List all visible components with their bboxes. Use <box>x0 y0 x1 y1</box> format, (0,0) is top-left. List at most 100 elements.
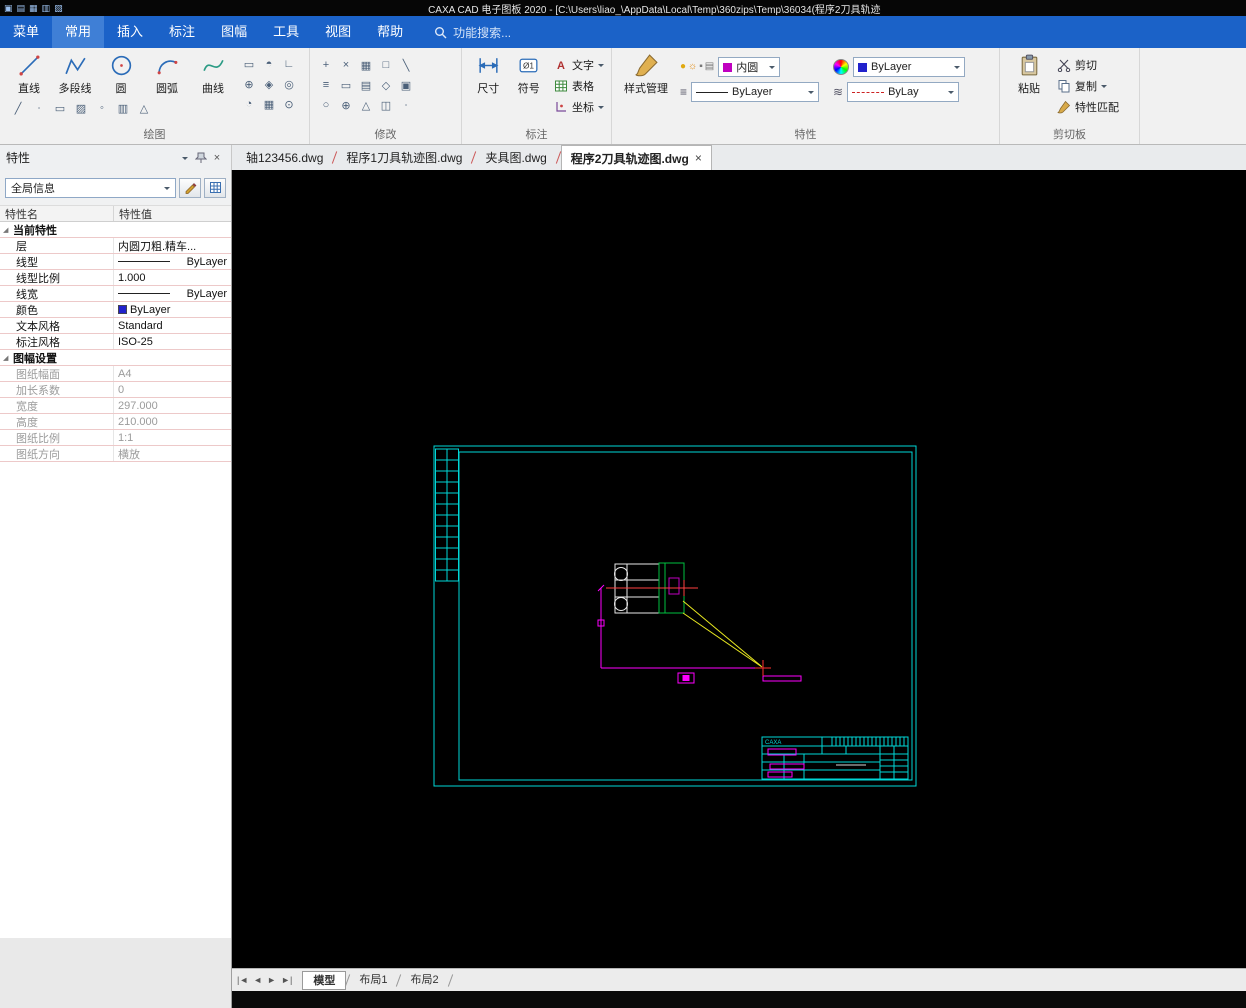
tool-icon[interactable]: ⊕ <box>239 74 259 94</box>
panel-dropdown-button[interactable] <box>177 150 193 166</box>
doc-tab[interactable]: 程序1刀具轨迹图.dwg <box>337 145 471 170</box>
property-row-extension[interactable]: 加长系数 0 <box>0 382 231 398</box>
first-sheet-icon[interactable]: |◄ <box>237 975 248 985</box>
linetype-icon[interactable]: ≡ <box>680 85 687 99</box>
prev-sheet-icon[interactable]: ◄ <box>253 975 262 985</box>
tool-icon[interactable]: ▭ <box>239 54 259 74</box>
match-properties-button[interactable]: 特性匹配 <box>1054 96 1122 117</box>
tool-icon[interactable]: ◎ <box>279 74 299 94</box>
printer-icon[interactable]: ▤ <box>705 60 714 74</box>
tool-icon[interactable]: △ <box>356 95 376 115</box>
tool-icon[interactable]: ∟ <box>279 54 299 74</box>
property-row-width[interactable]: 宽度 297.000 <box>0 398 231 414</box>
app-icon[interactable]: ▣ <box>4 0 13 16</box>
save-icon[interactable]: ▥ <box>42 0 51 16</box>
tool-icon[interactable]: ◫ <box>376 95 396 115</box>
print-icon[interactable]: ▧ <box>54 0 63 16</box>
lock-icon[interactable]: ▪ <box>699 60 703 74</box>
menu-tab-common[interactable]: 常用 <box>52 16 105 48</box>
linetype-dropdown[interactable]: ByLayer <box>691 82 820 102</box>
tool-icon[interactable]: ▭ <box>50 98 70 118</box>
panel-pin-button[interactable] <box>193 150 209 166</box>
circle-tool-button[interactable]: 圆 <box>98 51 144 96</box>
tool-icon[interactable]: ▦ <box>259 94 279 114</box>
doc-tab[interactable]: 夹具图.dwg <box>476 145 555 170</box>
tool-icon[interactable]: ○ <box>316 95 336 115</box>
property-row-scale[interactable]: 图纸比例 1:1 <box>0 430 231 446</box>
layer-dropdown[interactable]: 内圆 <box>718 57 781 77</box>
new-file-icon[interactable]: ▤ <box>17 0 26 16</box>
lineweight-dropdown[interactable]: ByLay <box>847 82 960 102</box>
tool-icon[interactable]: ╱ <box>8 98 28 118</box>
property-row-linetype-scale[interactable]: 线型比例 1.000 <box>0 270 231 286</box>
tool-icon[interactable]: ∙ <box>29 98 49 118</box>
function-search[interactable]: 功能搜索... <box>434 16 511 48</box>
tool-icon[interactable]: ◓ <box>259 54 279 74</box>
property-row-orientation[interactable]: 图纸方向 横放 <box>0 446 231 462</box>
text-tool-button[interactable]: A 文字 <box>551 54 607 75</box>
tab-layout2[interactable]: 布局2 <box>400 971 448 990</box>
tool-icon[interactable]: + <box>316 55 336 75</box>
drawing-canvas[interactable]: CAXA <box>232 170 1246 968</box>
tool-icon[interactable]: ◔ <box>239 94 259 114</box>
tab-model[interactable]: 模型 <box>302 970 347 990</box>
section-row-current[interactable]: ◢ 当前特性 <box>0 222 231 238</box>
color-wheel-icon[interactable] <box>833 59 850 75</box>
tool-icon[interactable]: ╲ <box>396 55 416 75</box>
edit-properties-button[interactable] <box>179 177 201 198</box>
section-row-sheet[interactable]: ◢ 图幅设置 <box>0 350 231 366</box>
last-sheet-icon[interactable]: ►| <box>281 975 292 985</box>
bulb-icon[interactable]: ● <box>680 60 686 74</box>
tool-icon[interactable]: □ <box>376 55 396 75</box>
close-icon[interactable]: × <box>695 151 702 165</box>
doc-tab-active[interactable]: 程序2刀具轨迹图.dwg × <box>560 145 712 170</box>
tool-icon[interactable]: ▣ <box>396 75 416 95</box>
style-manager-button[interactable]: 样式管理 <box>618 51 674 102</box>
dimension-tool-button[interactable]: 尺寸 <box>468 51 509 117</box>
grid-view-button[interactable] <box>204 177 226 198</box>
property-row-text-style[interactable]: 文本风格 Standard <box>0 318 231 334</box>
color-dropdown[interactable]: ByLayer <box>853 57 966 77</box>
tool-icon[interactable]: ⊕ <box>336 95 356 115</box>
table-tool-button[interactable]: 表格 <box>551 75 607 96</box>
copy-button[interactable]: 复制 <box>1054 75 1122 96</box>
tool-icon[interactable]: △ <box>134 98 154 118</box>
property-row-dim-style[interactable]: 标注风格 ISO-25 <box>0 334 231 350</box>
menu-tab-dimension[interactable]: 标注 <box>156 16 208 48</box>
next-sheet-icon[interactable]: ► <box>267 975 276 985</box>
coordinate-tool-button[interactable]: 坐标 <box>551 96 607 117</box>
paste-button[interactable]: 粘贴 <box>1006 51 1052 117</box>
tool-icon[interactable]: ▦ <box>356 55 376 75</box>
tab-layout1[interactable]: 布局1 <box>349 971 397 990</box>
menu-tab-tools[interactable]: 工具 <box>260 16 312 48</box>
tool-icon[interactable]: ▥ <box>113 98 133 118</box>
menu-tab-help[interactable]: 帮助 <box>364 16 416 48</box>
tool-icon[interactable]: ◇ <box>376 75 396 95</box>
polyline-tool-button[interactable]: 多段线 <box>52 51 98 96</box>
menu-tab-menu[interactable]: 菜单 <box>0 16 52 48</box>
arc-tool-button[interactable]: 圆弧 <box>144 51 190 96</box>
menu-tab-insert[interactable]: 插入 <box>104 16 156 48</box>
property-row-lineweight[interactable]: 线宽 ByLayer <box>0 286 231 302</box>
menu-tab-sheet[interactable]: 图幅 <box>208 16 260 48</box>
open-file-icon[interactable]: ▦ <box>29 0 38 16</box>
panel-close-button[interactable]: × <box>209 150 225 166</box>
tool-icon[interactable]: × <box>336 55 356 75</box>
menu-tab-view[interactable]: 视图 <box>312 16 364 48</box>
spline-tool-button[interactable]: 曲线 <box>190 51 236 96</box>
tool-icon[interactable]: ∙ <box>396 95 416 115</box>
tool-icon[interactable]: ◦ <box>92 98 112 118</box>
property-row-color[interactable]: 颜色 ByLayer <box>0 302 231 318</box>
line-tool-button[interactable]: 直线 <box>6 51 52 96</box>
tool-icon[interactable]: ≡ <box>316 75 336 95</box>
tool-icon[interactable]: ▨ <box>71 98 91 118</box>
tool-icon[interactable]: ▭ <box>336 75 356 95</box>
lineweight-icon[interactable]: ≋ <box>833 85 843 99</box>
tool-icon[interactable]: ◈ <box>259 74 279 94</box>
symbol-tool-button[interactable]: Ø1 符号 <box>509 51 550 117</box>
tool-icon[interactable]: ▤ <box>356 75 376 95</box>
property-row-layer[interactable]: 层 内圆刀粗.精车... <box>0 238 231 254</box>
doc-tab[interactable]: 轴123456.dwg <box>237 145 332 170</box>
tool-icon[interactable]: ⊙ <box>279 94 299 114</box>
cut-button[interactable]: 剪切 <box>1054 54 1122 75</box>
